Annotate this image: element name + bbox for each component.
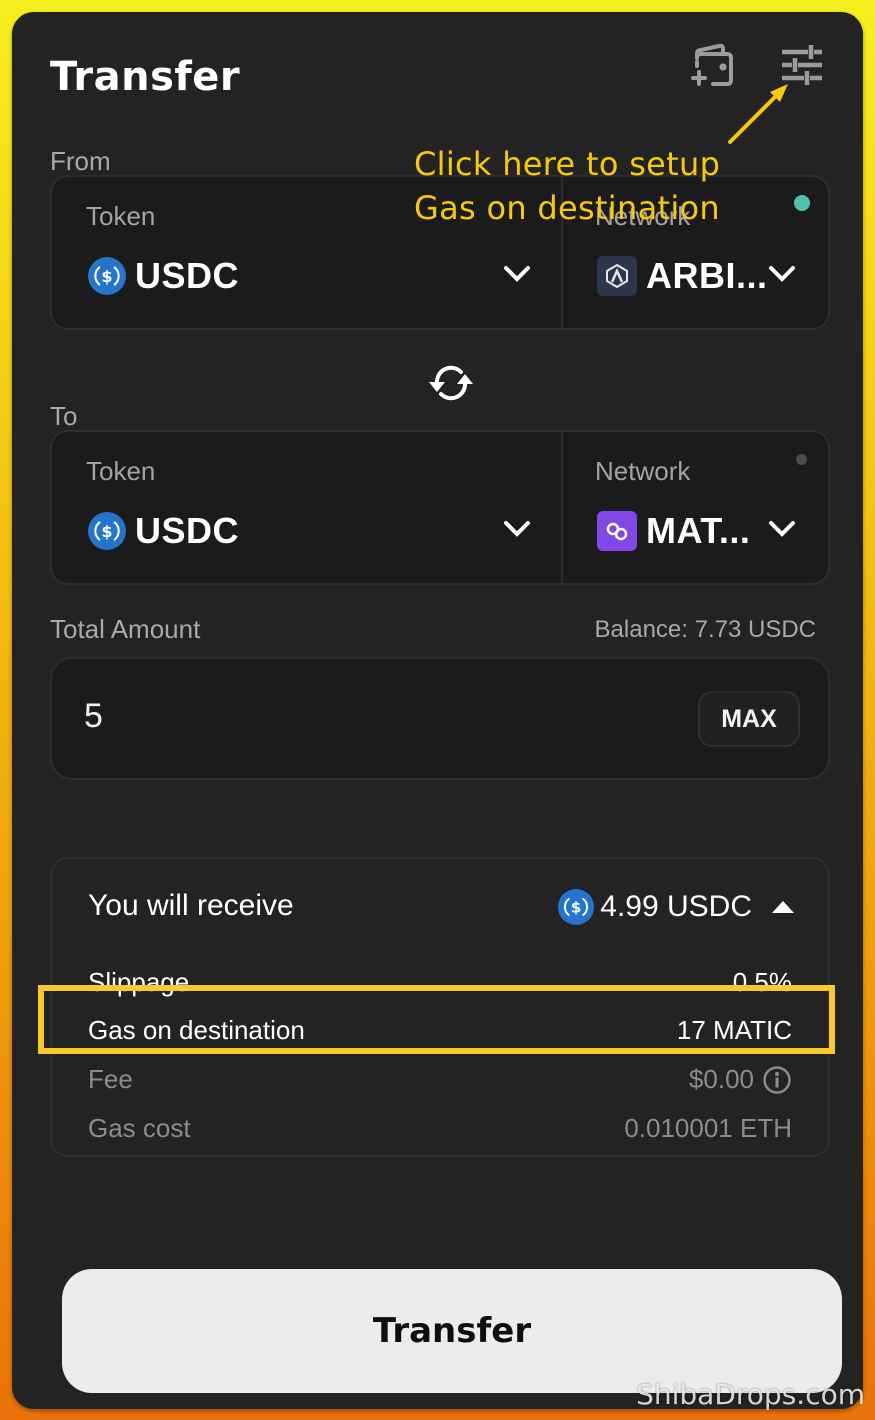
page-title: Transfer <box>50 54 241 100</box>
transfer-card: Transfer Click here to setup Gas on dest… <box>12 12 863 1409</box>
from-network-value: ARBI... <box>646 255 768 296</box>
usdc-token-icon: $ <box>558 889 595 925</box>
from-selector: Token $ USDC Network ARBI... <box>50 175 830 330</box>
to-network-value: MAT... <box>646 510 751 551</box>
annotation-arrow-icon <box>728 84 788 144</box>
to-network-label: Network <box>595 456 691 486</box>
fee-label: Fee <box>88 1064 133 1094</box>
status-dot-idle <box>796 454 807 465</box>
slippage-row: Slippage 0.5% <box>88 967 792 998</box>
polygon-network-icon <box>597 511 637 551</box>
from-token-value: USDC <box>135 255 240 296</box>
to-token-value: USDC <box>135 510 240 551</box>
fee-value: $0.00 <box>688 1064 754 1094</box>
receive-toggle[interactable]: $ 4.99 USDC <box>558 889 794 925</box>
fee-row: Fee $0.00 <box>88 1064 792 1095</box>
chevron-down-icon <box>769 521 795 537</box>
gas-on-destination-row[interactable]: Gas on destination 17 MATIC <box>88 1015 792 1046</box>
slippage-label: Slippage <box>88 967 190 997</box>
from-network-label: Network <box>595 201 691 231</box>
total-amount-label: Total Amount <box>50 614 201 644</box>
balance-text: Balance: 7.73 USDC <box>594 616 816 643</box>
to-token-label: Token <box>86 456 156 486</box>
amount-input[interactable] <box>84 697 644 736</box>
usdc-token-icon: $ <box>88 512 126 550</box>
usdc-token-icon: $ <box>88 257 126 295</box>
status-dot-active <box>794 195 810 211</box>
svg-text:$: $ <box>101 522 112 541</box>
gas-on-destination-value: 17 MATIC <box>676 1015 792 1045</box>
chevron-down-icon <box>504 521 530 537</box>
chevron-down-icon <box>504 266 530 282</box>
wallet-add-icon[interactable] <box>689 42 737 88</box>
max-button[interactable]: MAX <box>698 691 800 747</box>
from-token-select[interactable]: Token $ USDC <box>52 177 563 328</box>
arbitrum-network-icon <box>597 256 637 296</box>
from-token-label: Token <box>86 201 156 231</box>
from-network-select[interactable]: Network ARBI... <box>563 177 828 328</box>
chevron-down-icon <box>769 266 795 282</box>
gas-cost-value: 0.010001 ETH <box>624 1113 792 1143</box>
svg-text:$: $ <box>571 899 582 917</box>
watermark: ShibaDrops.com <box>636 1378 865 1411</box>
to-network-select[interactable]: Network MAT... <box>563 432 828 583</box>
to-label: To <box>50 401 78 431</box>
svg-text:$: $ <box>101 267 112 286</box>
swap-arrows-icon[interactable] <box>425 360 477 406</box>
gas-on-destination-label: Gas on destination <box>88 1015 305 1045</box>
receive-amount: 4.99 USDC <box>600 890 752 923</box>
slippage-value: 0.5% <box>732 967 792 997</box>
to-token-select[interactable]: Token $ USDC <box>52 432 563 583</box>
transfer-button[interactable]: Transfer <box>62 1269 842 1393</box>
from-label: From <box>50 146 111 176</box>
receive-title: You will receive <box>88 889 294 922</box>
settings-sliders-icon[interactable] <box>778 42 826 88</box>
gas-cost-label: Gas cost <box>88 1113 191 1143</box>
amount-field-container: MAX <box>50 657 830 780</box>
gas-cost-row: Gas cost 0.010001 ETH <box>88 1113 792 1144</box>
caret-up-icon <box>772 901 794 913</box>
receive-summary: You will receive $ 4.99 USDC Slippage 0.… <box>50 857 830 1157</box>
to-selector: Token $ USDC Network MAT... <box>50 430 830 585</box>
info-icon[interactable] <box>762 1065 792 1095</box>
